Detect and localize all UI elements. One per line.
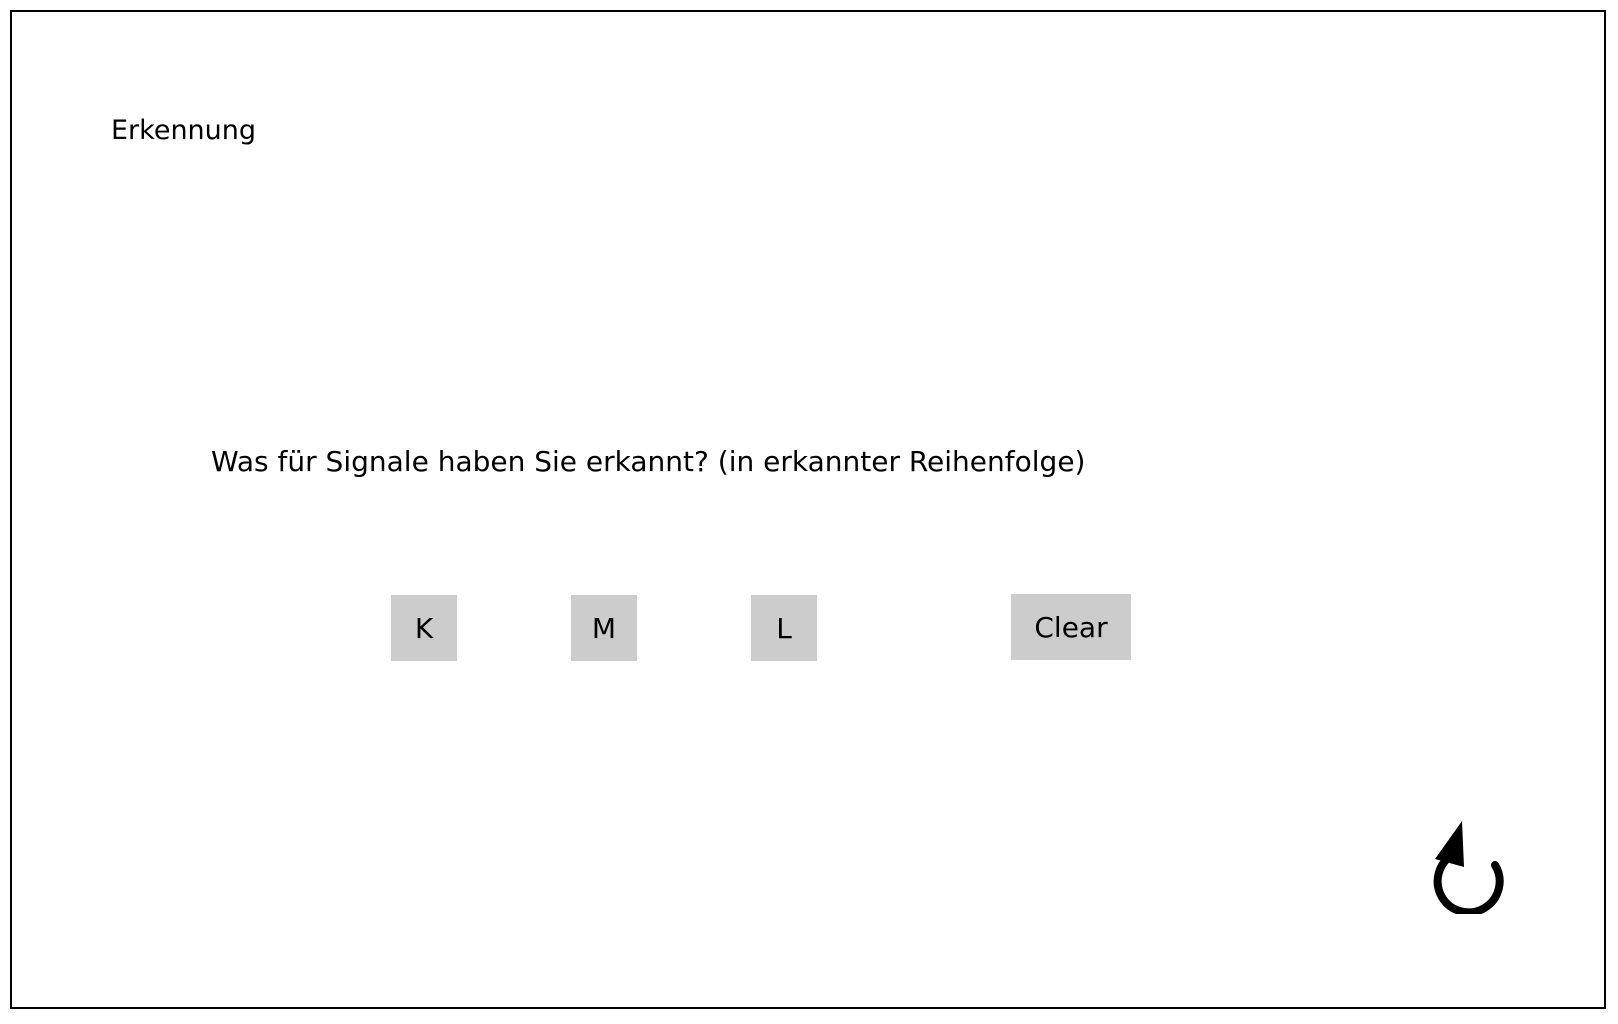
clear-button[interactable]: Clear (1011, 594, 1131, 660)
question-text: Was für Signale haben Sie erkannt? (in e… (211, 445, 1086, 478)
page-title: Erkennung (111, 115, 257, 146)
signal-m-button[interactable]: M (571, 595, 637, 661)
undo-icon[interactable] (1426, 818, 1506, 917)
signal-l-button[interactable]: L (751, 595, 817, 661)
page-frame (10, 10, 1606, 1009)
signal-k-button[interactable]: K (391, 595, 457, 661)
